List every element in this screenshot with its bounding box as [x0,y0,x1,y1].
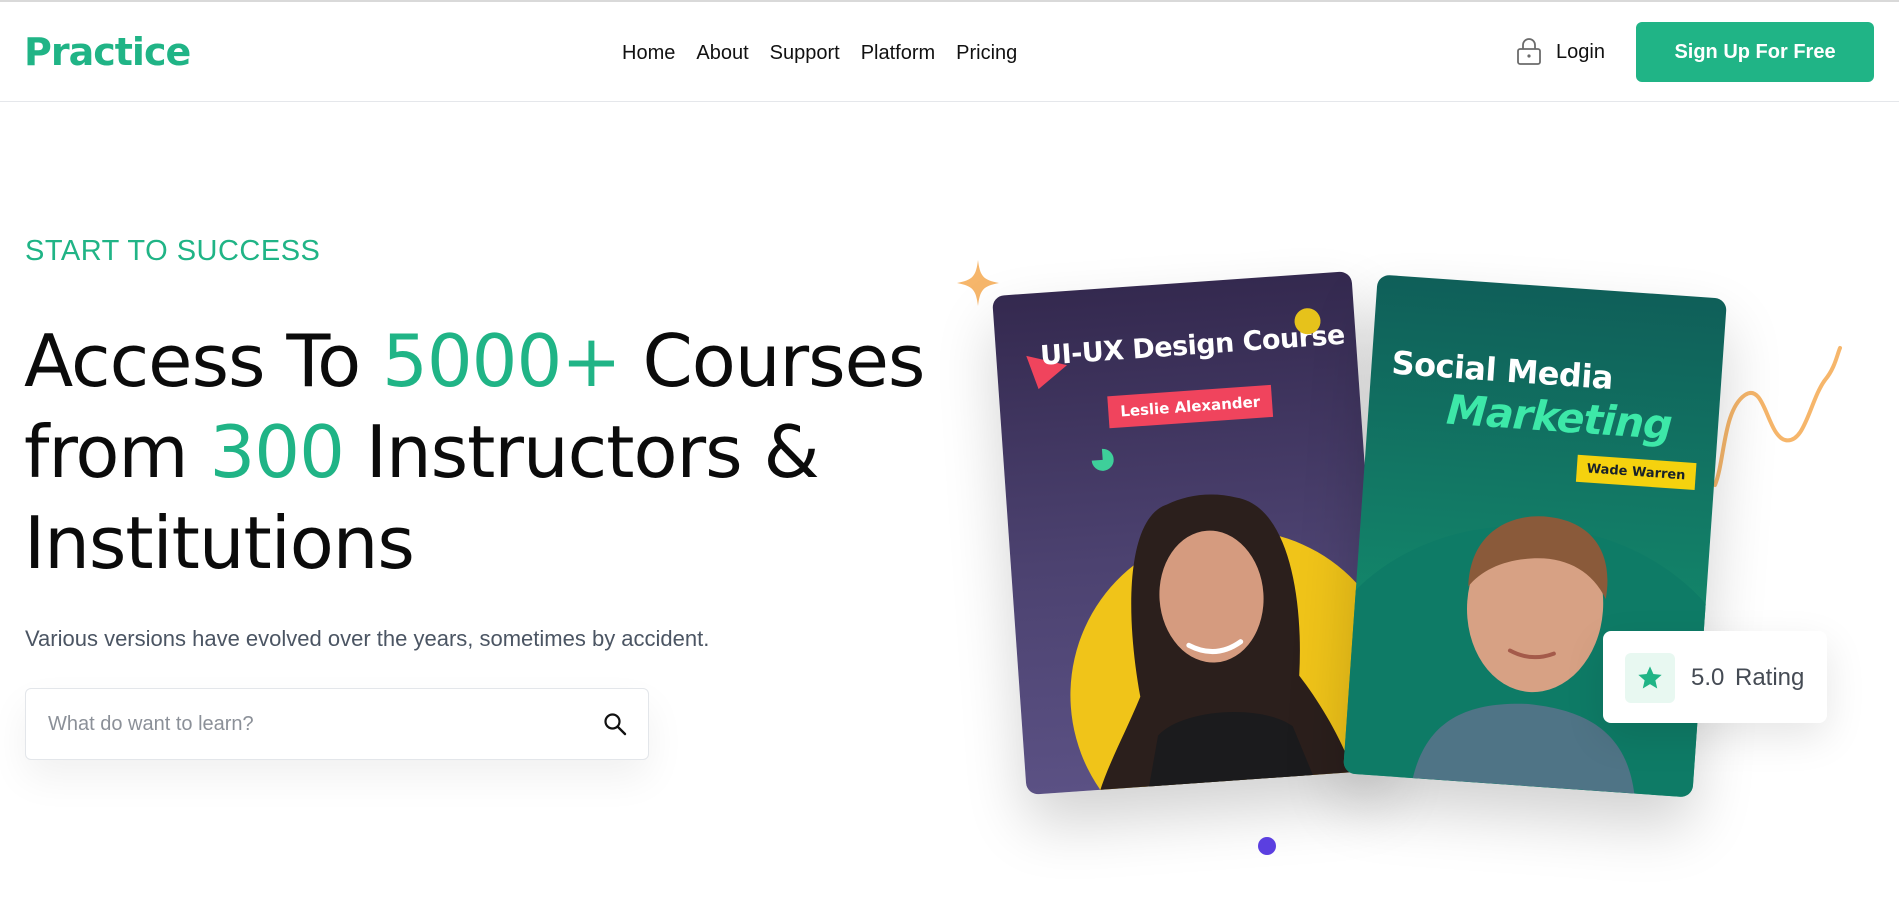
hero-headline: Access To 5000+ Courses from 300 Instruc… [24,316,964,589]
nav-home[interactable]: Home [622,41,675,65]
eyebrow-text: START TO SUCCESS [25,235,321,267]
instructor-tag: Leslie Alexander [1107,384,1274,429]
nav-support[interactable]: Support [770,41,840,65]
main-nav: Home About Support Platform Pricing [622,41,1038,65]
logo[interactable]: Practice [24,30,191,74]
headline-accent-courses: 5000+ [382,319,622,403]
search-icon[interactable] [602,711,628,737]
site-header: Practice Home About Support Platform Pri… [0,2,1899,102]
instructor-photo [1097,494,1357,795]
hero-subtitle: Various versions have evolved over the y… [25,626,710,651]
star-icon-box [1625,653,1675,703]
squiggle-decoration [1713,346,1842,487]
rating-badge: 5.0 Rating [1603,631,1827,723]
pagination-dot[interactable] [1258,837,1276,855]
nav-pricing[interactable]: Pricing [956,41,1017,65]
card-title-line2: Marketing [1444,385,1674,450]
course-card-uiux[interactable]: UI-UX Design Course Leslie Alexander [991,271,1387,795]
search-box [25,688,649,760]
nav-platform[interactable]: Platform [861,41,935,65]
signup-button[interactable]: Sign Up For Free [1636,22,1874,82]
lock-icon [1517,38,1541,65]
nav-about[interactable]: About [696,41,748,65]
rating-label: Rating [1735,664,1805,691]
headline-part1: Access To [24,319,383,403]
search-input[interactable] [46,689,590,759]
headline-accent-instructors: 300 [209,410,344,494]
login-link[interactable]: Login [1516,38,1605,66]
login-label: Login [1556,40,1605,63]
rating-value: 5.0 [1691,664,1725,691]
star-icon [1638,666,1662,689]
